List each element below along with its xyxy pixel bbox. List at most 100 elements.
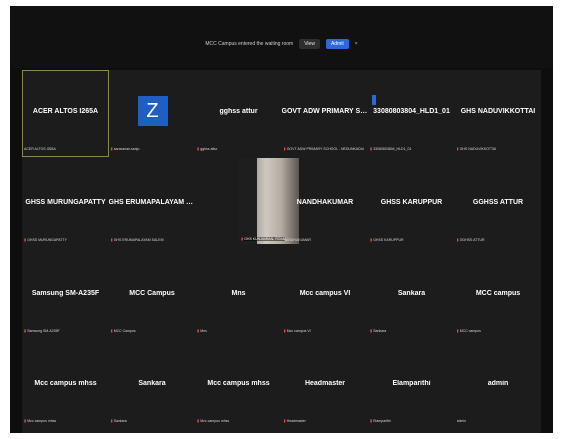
participant-label-text: 33080803804_HLD1_01	[373, 147, 412, 151]
participant-label: ▮ GGHSS ATTUR	[457, 238, 540, 242]
participant-tile[interactable]: MCC Campus ▮ MCC Campus	[109, 252, 196, 339]
close-notification-icon[interactable]: ×	[355, 41, 358, 47]
participant-tile[interactable]: 33080803804_HLD1_01 ▮ 33080803804_HLD1_01	[368, 70, 455, 157]
participant-label-text: Elamparithi	[373, 419, 391, 424]
participant-name: admin	[487, 380, 509, 388]
participant-label: NANDHAKUMAR	[284, 238, 367, 242]
participant-tile[interactable]: GHSS KARUPPUR ▮ GHSS KARUPPUR	[368, 161, 455, 248]
participant-name: Mns	[231, 289, 246, 297]
participant-tile[interactable]: gghss attur ▮ gghss attur	[195, 70, 282, 157]
microphone-muted-icon: ▮	[456, 147, 459, 151]
participant-label-text: GHS ERUMAPALAYAM SALEM	[113, 237, 164, 242]
participant-label: ▮ Samsung SM-A235F	[24, 329, 107, 333]
microphone-muted-icon: ▮	[283, 328, 286, 333]
participant-label: ▮ Elamparithi	[370, 419, 453, 423]
waiting-room-notification: MCC Campus entered the waiting room View…	[10, 39, 553, 49]
microphone-muted-icon: ▮	[197, 328, 200, 333]
participant-tile[interactable]: GHS ERUMAPALAYAM SALEM▮GHS ERUMAPALAYAM …	[109, 161, 196, 248]
participant-label-text: GHS KUNJAMMAL ROAD	[244, 236, 286, 241]
participant-label-text: Mcc campus VI	[286, 328, 311, 333]
participant-tile[interactable]: GHSS MURUNGAPATTY ▮ GHSS MURUNGAPATTY	[22, 161, 109, 248]
participant-label: ▮ 33080803804_HLD1_01	[370, 147, 453, 151]
participant-label-text: MCC campus	[459, 328, 481, 333]
participant-gallery: ACER ALTOS I265A ACER ALTOS I265A Z ▮ sarava…	[22, 70, 541, 433]
participant-tile[interactable]: Samsung SM-A235F ▮ Samsung SM-A235F	[22, 252, 109, 339]
participant-label-text: ACER ALTOS I265A	[24, 147, 56, 151]
microphone-muted-icon: ▮	[110, 419, 113, 424]
participant-label: ▮ Mcc campus VI	[284, 329, 367, 333]
participant-label: ▮ Sankara	[370, 329, 453, 333]
microphone-muted-icon: ▮	[456, 328, 459, 333]
participant-tile[interactable]: GOVT ADW PRIMARY SCHO... ▮GOVT ADW PRIMAR…	[282, 70, 369, 157]
participant-name: Sankara	[397, 289, 426, 297]
participant-tile[interactable]: ACER ALTOS I265A ACER ALTOS I265A	[22, 70, 109, 157]
participant-name: GHS ERUMAPALAYAM SALEM	[108, 198, 196, 206]
screen-share-indicator-icon	[372, 95, 376, 105]
participant-tile[interactable]: GGHSS ATTUR ▮ GGHSS ATTUR	[455, 161, 542, 248]
microphone-muted-icon: ▮	[197, 147, 200, 151]
participant-name: NANDHAKUMAR	[296, 198, 354, 206]
participant-label: ▮ MCC Campus	[111, 329, 194, 333]
participant-label: ▮ Sankara	[111, 419, 194, 423]
participant-name: GHSS MURUNGAPATTY	[25, 198, 106, 206]
participant-label-text: GGHSS ATTUR	[459, 237, 485, 242]
microphone-muted-icon: ▮	[24, 237, 27, 242]
participant-name: Samsung SM-A235F	[31, 289, 100, 297]
participant-label: ▮ Mcc campus mhss	[24, 419, 107, 423]
participant-label-text: GHSS KARUPPUR	[373, 237, 404, 242]
participant-tile[interactable]: Mcc campus mhss ▮ Mcc campus mhss	[195, 342, 282, 429]
participant-label: ▮ GHS NADUVIKKOTTAI	[457, 147, 540, 151]
participant-label-text: Samsung SM-A235F	[27, 328, 60, 333]
participant-tile[interactable]: Mcc campus mhss ▮ Mcc campus mhss	[22, 342, 109, 429]
participant-tile[interactable]: MCC campus ▮ MCC campus	[455, 252, 542, 339]
participant-label: ▮ Mns	[197, 329, 280, 333]
participant-tile[interactable]: GHS NADUVIKKOTTAI ▮ GHS NADUVIKKOTTAI	[455, 70, 542, 157]
participant-label: ACER ALTOS I265A	[24, 147, 107, 151]
participant-label-text: MCC Campus	[113, 328, 136, 333]
microphone-muted-icon: ▮	[370, 328, 373, 333]
participant-label-text: Sankara	[373, 328, 387, 333]
waiting-room-message: MCC Campus entered the waiting room	[205, 41, 294, 47]
microphone-muted-icon: ▮	[241, 235, 244, 241]
participant-label-text: Headmaster	[286, 419, 306, 424]
admit-button[interactable]: Admit	[325, 39, 349, 49]
participant-label-text: GHS NADUVIKKOTTAI	[459, 147, 497, 151]
participant-name: Mcc campus mhss	[34, 380, 97, 388]
participant-tile[interactable]: Sankara ▮ Sankara	[368, 252, 455, 339]
participant-tile[interactable]: NANDHAKUMAR NANDHAKUMAR	[282, 161, 369, 248]
participant-tile[interactable]: Mns ▮ Mns	[195, 252, 282, 339]
microphone-muted-icon: ▮	[24, 419, 27, 424]
microphone-muted-icon: ▮	[197, 419, 200, 424]
participant-label: admin	[457, 419, 540, 423]
participant-label: ▮ GHSS KARUPPUR	[370, 238, 453, 242]
participant-name: Mcc campus VI	[299, 289, 351, 297]
participant-label: ▮ Mcc campus mhss	[197, 419, 280, 423]
participant-tile[interactable]: Sankara ▮ Sankara	[109, 342, 196, 429]
participant-label: ▮ Headmaster	[284, 419, 367, 423]
microphone-muted-icon: ▮	[110, 328, 113, 333]
participant-label-text: Mcc campus mhss	[27, 419, 57, 424]
participant-label: ▮ gghss attur	[197, 147, 280, 151]
microphone-muted-icon: ▮	[370, 419, 373, 424]
participant-label: ▮ GHS ERUMAPALAYAM SALEM	[111, 238, 194, 242]
video-shadow	[239, 157, 257, 244]
participant-name: MCC campus	[475, 289, 521, 297]
participant-label-text: Mcc campus mhss	[200, 419, 230, 424]
participant-tile[interactable]: Headmaster ▮ Headmaster	[282, 342, 369, 429]
view-button[interactable]: View	[299, 39, 320, 49]
participant-tile[interactable]: admin admin	[455, 342, 542, 429]
participant-label-text: admin	[456, 419, 467, 424]
microphone-muted-icon: ▮	[370, 147, 373, 151]
microphone-muted-icon: ▮	[110, 147, 113, 151]
participant-tile[interactable]: Elamparithi ▮ Elamparithi	[368, 342, 455, 429]
participant-tile[interactable]: Mcc campus VI ▮ Mcc campus VI	[282, 252, 369, 339]
participant-label: ▮ GHSS MURUNGAPATTY	[24, 238, 107, 242]
participant-label-text: Mns	[200, 328, 207, 333]
participant-name: GHSS KARUPPUR	[380, 198, 443, 206]
participant-name: ACER ALTOS I265A	[32, 108, 99, 115]
participant-label-text: GHSS MURUNGAPATTY	[27, 237, 67, 242]
microphone-muted-icon: ▮	[283, 419, 286, 424]
microphone-muted-icon: ▮	[370, 237, 373, 242]
meeting-window: MCC Campus entered the waiting room View…	[10, 6, 553, 433]
participant-tile[interactable]: Z ▮ saravanan.sanju	[109, 70, 196, 157]
